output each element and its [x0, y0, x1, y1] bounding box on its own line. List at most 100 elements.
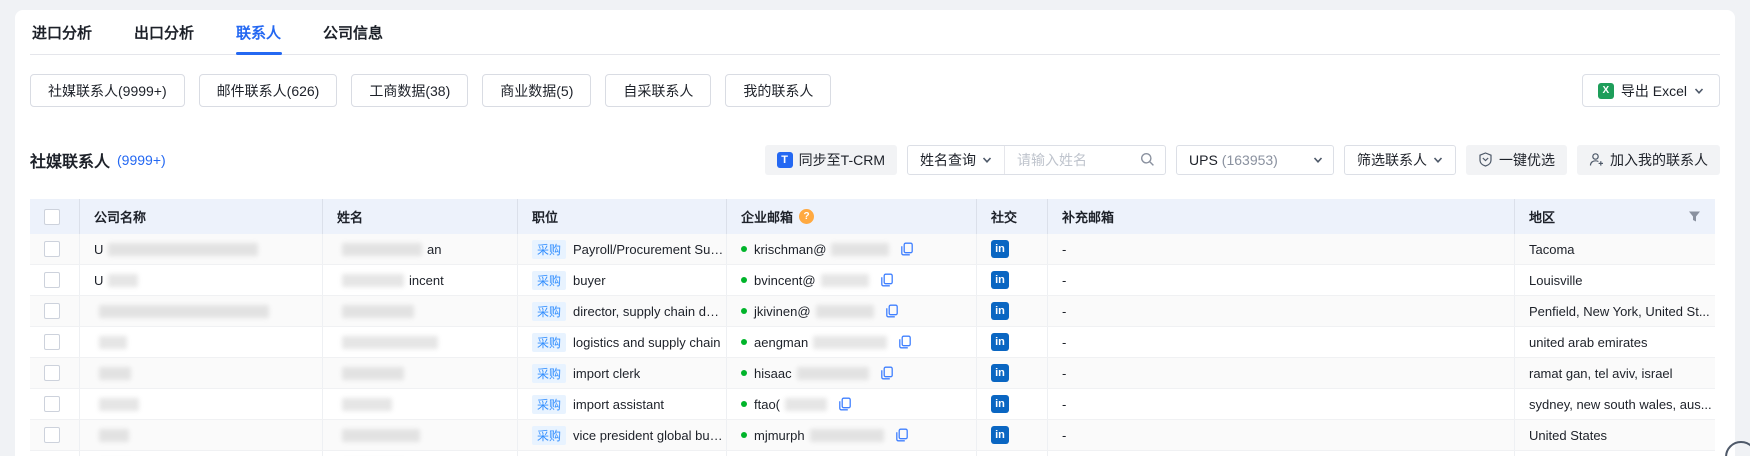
table-row[interactable]: 采购 import clerk hisaac in - ramat gan, t… — [30, 358, 1715, 389]
tab[interactable]: 出口分析 — [134, 10, 194, 55]
sync-tcrm-label: 同步至T-CRM — [799, 150, 885, 170]
toolbar-actions: T 同步至T-CRM 姓名查询 UPS (163953) 筛选联系人 — [765, 145, 1720, 175]
verified-dot-icon — [741, 339, 747, 345]
row-checkbox[interactable] — [44, 334, 60, 350]
add-to-my-contacts-button[interactable]: 加入我的联系人 — [1577, 145, 1720, 175]
copy-icon[interactable] — [900, 242, 914, 256]
export-excel-button[interactable]: X 导出 Excel — [1582, 74, 1720, 107]
position-text: buyer — [573, 273, 606, 288]
linkedin-icon[interactable]: in — [991, 271, 1009, 289]
table-row[interactable]: 采购 director, supply chain desi... jkivin… — [30, 296, 1715, 327]
row-checkbox-cell — [30, 327, 80, 357]
row-checkbox[interactable] — [44, 241, 60, 257]
col-header-region: 地区 — [1515, 199, 1715, 234]
main-card: 进口分析 出口分析 联系人 公司信息 社媒联系人(9999+) — [15, 10, 1735, 456]
filter-funnel-icon[interactable] — [1688, 210, 1701, 223]
filter-contacts-button[interactable]: 筛选联系人 — [1344, 145, 1456, 175]
filter-pill-label: 我的联系人 — [743, 81, 813, 101]
badge-select-icon — [1478, 152, 1493, 167]
headset-icon — [1718, 437, 1750, 456]
question-icon[interactable]: ? — [799, 209, 814, 224]
search-type-label: 姓名查询 — [920, 150, 976, 170]
linkedin-icon[interactable]: in — [991, 240, 1009, 258]
tab[interactable]: 进口分析 — [32, 10, 92, 55]
extra-email-cell — [1048, 451, 1515, 456]
person-plus-icon — [1589, 152, 1604, 167]
email-redacted — [785, 398, 827, 411]
search-type-dropdown[interactable]: 姓名查询 — [908, 146, 1005, 174]
extra-email-cell: - — [1048, 265, 1515, 295]
row-checkbox[interactable] — [44, 303, 60, 319]
table-row[interactable]: in — [30, 451, 1715, 456]
verified-dot-icon — [741, 370, 747, 376]
col-header-extra-email: 补充邮箱 — [1048, 199, 1515, 234]
row-checkbox[interactable] — [44, 427, 60, 443]
procurement-tag: 采购 — [532, 395, 566, 414]
name-cell — [323, 451, 518, 456]
position-cell: 采购 logistics and supply chain — [518, 327, 727, 357]
company-cell: U — [80, 265, 323, 295]
email-visible-text: jkivinen@ — [754, 304, 811, 319]
position-text: vice president global busi... — [573, 428, 726, 443]
linkedin-icon[interactable]: in — [991, 364, 1009, 382]
filter-pill[interactable]: 自采联系人 — [605, 74, 711, 107]
table-row[interactable]: 采购 vice president global busi... mjmurph… — [30, 420, 1715, 451]
tab[interactable]: 联系人 — [236, 10, 281, 55]
verified-dot-icon — [741, 277, 747, 283]
name-search-input[interactable] — [1005, 146, 1140, 174]
company-redacted — [99, 398, 139, 411]
filter-pill[interactable]: 商业数据(5) — [482, 74, 591, 107]
linkedin-icon[interactable]: in — [991, 333, 1009, 351]
linkedin-icon[interactable]: in — [991, 395, 1009, 413]
email-redacted — [821, 274, 869, 287]
row-checkbox[interactable] — [44, 396, 60, 412]
name-redacted — [342, 243, 422, 256]
table-row[interactable]: 采购 import assistant ftao( in - sydney, n… — [30, 389, 1715, 420]
sync-tcrm-button[interactable]: T 同步至T-CRM — [765, 145, 897, 175]
select-all-checkbox[interactable] — [44, 209, 60, 225]
email-redacted — [810, 429, 884, 442]
email-visible-text: mjmurph — [754, 428, 805, 443]
table-row[interactable]: U an 采购 Payroll/Procurement Supe... kris… — [30, 234, 1715, 265]
copy-icon[interactable] — [885, 304, 899, 318]
customer-service-widget[interactable] — [1718, 437, 1750, 456]
col-header-social: 社交 — [977, 199, 1048, 234]
copy-icon[interactable] — [880, 273, 894, 287]
table-row[interactable]: 采购 logistics and supply chain aengman in… — [30, 327, 1715, 358]
search-icon[interactable] — [1140, 152, 1155, 167]
linkedin-icon[interactable]: in — [991, 302, 1009, 320]
table-row[interactable]: U incent 采购 buyer bvincent@ — [30, 265, 1715, 296]
name-cell: an — [323, 234, 518, 264]
row-checkbox[interactable] — [44, 365, 60, 381]
tab-label: 出口分析 — [134, 22, 194, 43]
company-visible-text: U — [94, 273, 103, 288]
one-click-select-button[interactable]: 一键优选 — [1466, 145, 1567, 175]
social-cell: in — [977, 420, 1048, 450]
filter-pill[interactable]: 社媒联系人(9999+) — [30, 74, 185, 107]
email-redacted — [813, 336, 887, 349]
filter-pill[interactable]: 邮件联系人(626) — [199, 74, 338, 107]
table-body: U an 采购 Payroll/Procurement Supe... kris… — [30, 234, 1715, 456]
tab[interactable]: 公司信息 — [323, 10, 383, 55]
social-cell: in — [977, 296, 1048, 326]
email-visible-text: hisaac — [754, 366, 792, 381]
copy-icon[interactable] — [898, 335, 912, 349]
filter-pill[interactable]: 我的联系人 — [725, 74, 831, 107]
company-cell — [80, 451, 323, 456]
copy-icon[interactable] — [880, 366, 894, 380]
company-redacted — [99, 305, 269, 318]
position-cell: 采购 director, supply chain desi... — [518, 296, 727, 326]
company-redacted — [108, 274, 138, 287]
copy-icon[interactable] — [895, 428, 909, 442]
row-checkbox[interactable] — [44, 272, 60, 288]
extra-email-cell: - — [1048, 327, 1515, 357]
copy-icon[interactable] — [838, 397, 852, 411]
filter-pill[interactable]: 工商数据(38) — [351, 74, 468, 107]
company-select[interactable]: UPS (163953) — [1176, 145, 1334, 175]
social-cell: in — [977, 327, 1048, 357]
social-cell: in — [977, 265, 1048, 295]
social-cell: in — [977, 451, 1048, 456]
linkedin-icon[interactable]: in — [991, 426, 1009, 444]
row-checkbox-cell — [30, 389, 80, 419]
col-header-region-label: 地区 — [1529, 207, 1555, 226]
